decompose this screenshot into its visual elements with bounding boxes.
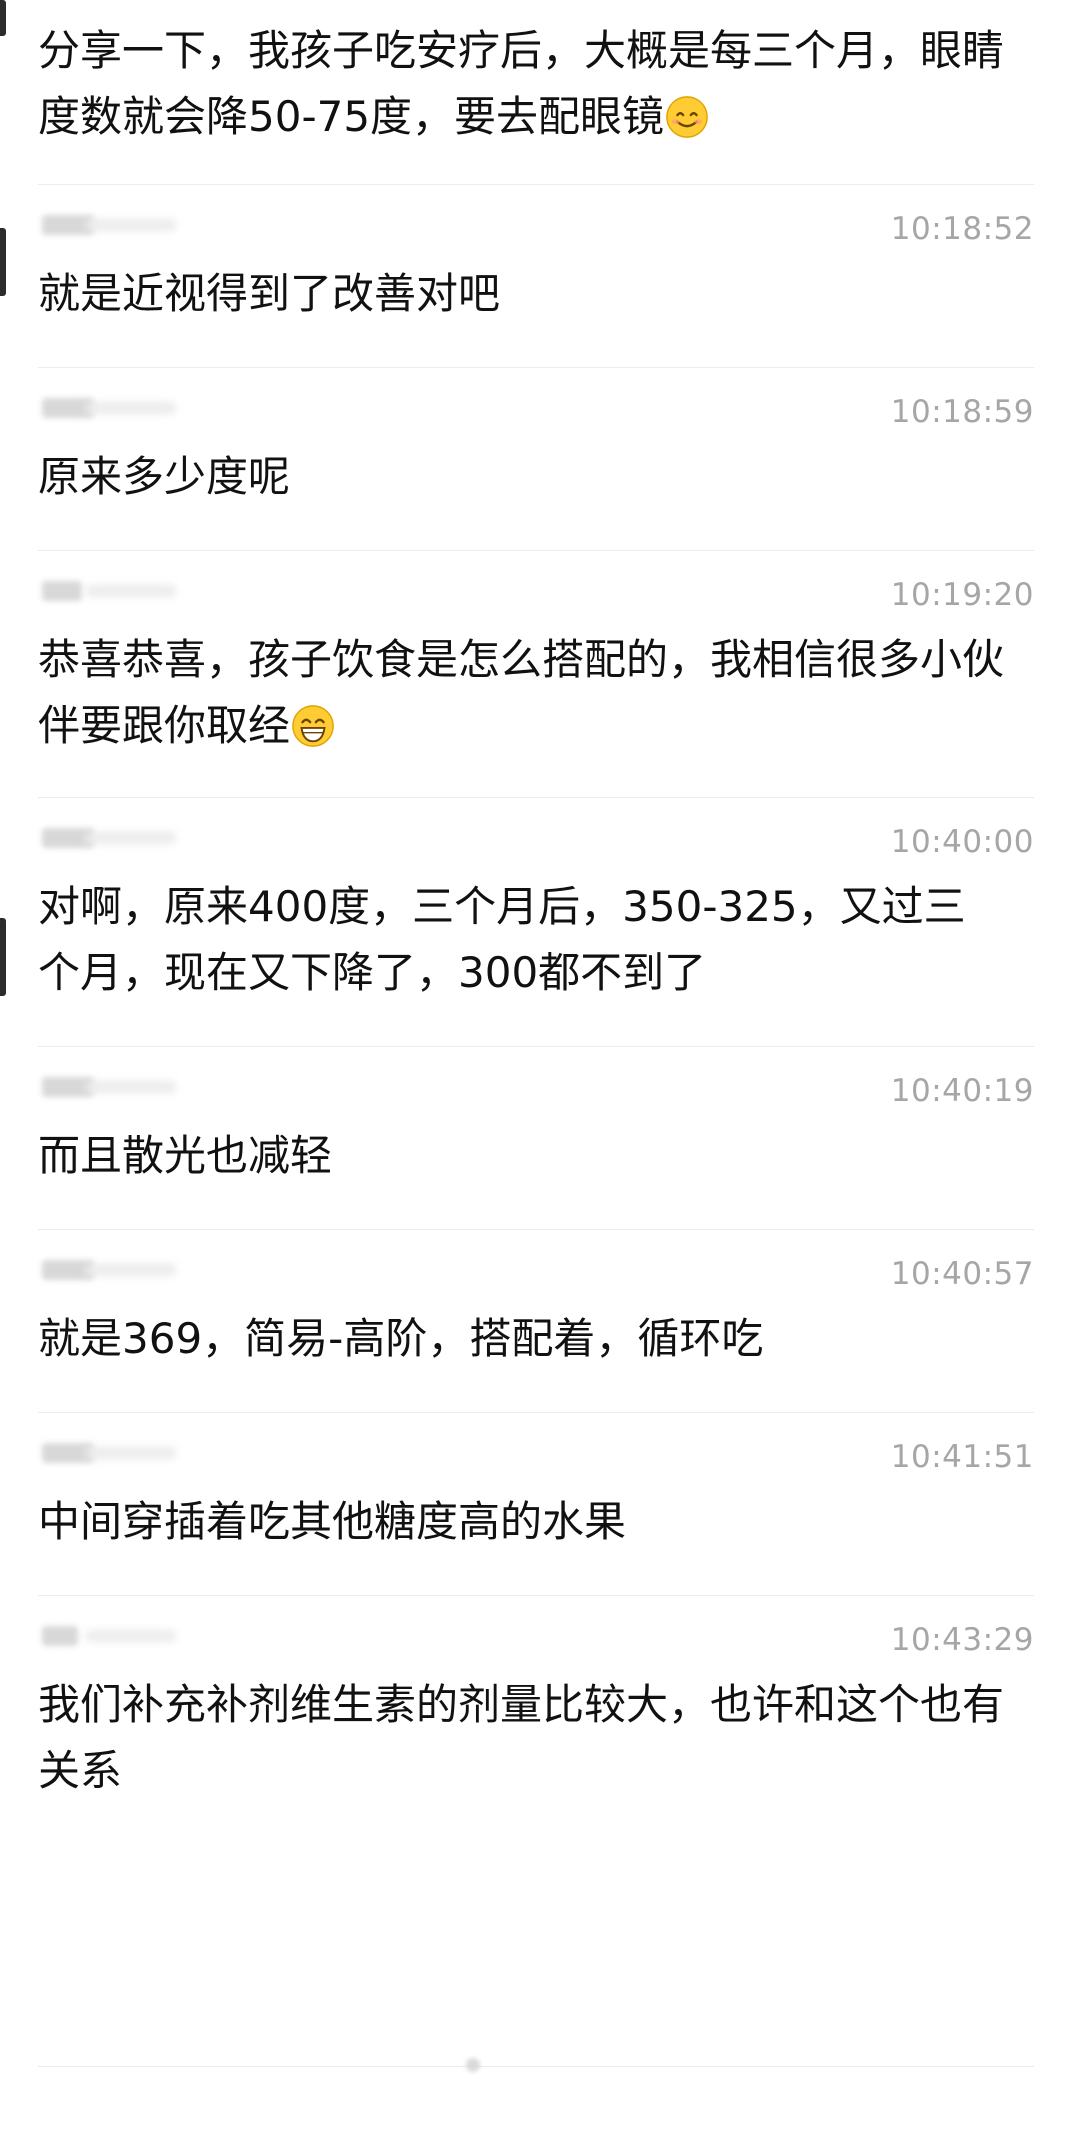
sender-name-blurred [38, 1254, 188, 1284]
sender-name-blurred [38, 822, 188, 852]
comment-timestamp: 10:41:51 [890, 1439, 1034, 1475]
comment-text: 就是近视得到了改善对吧 [38, 269, 501, 318]
comment-item[interactable]: 10:19:20 恭喜恭喜，孩子饮食是怎么搭配的，我相信很多小伙伴要跟你取经 [38, 551, 1034, 798]
comment-timestamp: 10:43:29 [890, 1622, 1034, 1658]
comment-timestamp: 10:40:00 [890, 824, 1034, 860]
comment-text: 分享一下，我孩子吃安疗后，大概是每三个月，眼睛度数就会降50-75度，要去配眼镜 [38, 18, 1034, 150]
sender-name-blurred [38, 392, 188, 422]
comment-text-content: 分享一下，我孩子吃安疗后，大概是每三个月，眼睛度数就会降50-75度，要去配眼镜 [38, 26, 1005, 141]
grinning-face-icon [292, 705, 334, 747]
comment-text: 而且散光也减轻 [38, 1131, 333, 1180]
sender-name-blurred [38, 1620, 188, 1650]
comment-timestamp: 10:40:57 [890, 1256, 1034, 1292]
comment-timestamp: 10:19:20 [890, 577, 1034, 613]
scroll-edge-marker [0, 0, 6, 36]
comment-item[interactable]: 10:40:57 就是369，简易-高阶，搭配着，循环吃 [38, 1230, 1034, 1413]
sender-name-blurred [38, 1071, 188, 1101]
comment-timestamp: 10:18:59 [890, 394, 1034, 430]
loading-indicator-dot [466, 2058, 480, 2072]
bottom-divider [38, 2066, 1034, 2067]
sender-name-blurred [38, 575, 188, 605]
comment-item[interactable]: 分享一下，我孩子吃安疗后，大概是每三个月，眼睛度数就会降50-75度，要去配眼镜 [38, 0, 1034, 185]
comment-item[interactable]: 10:43:29 我们补充补剂维生素的剂量比较大，也许和这个也有关系 [38, 1596, 1034, 1804]
comment-text: 恭喜恭喜，孩子饮食是怎么搭配的，我相信很多小伙伴要跟你取经 [38, 627, 1034, 759]
comment-item[interactable]: 10:40:00 对啊，原来400度，三个月后，350-325，又过三个月，现在… [38, 798, 1034, 1047]
scroll-edge-marker [0, 228, 6, 296]
smiling-face-icon [666, 96, 708, 138]
comment-thread: 分享一下，我孩子吃安疗后，大概是每三个月，眼睛度数就会降50-75度，要去配眼镜… [0, 0, 1080, 1804]
comment-text: 原来多少度呢 [38, 452, 291, 501]
comment-text: 对啊，原来400度，三个月后，350-325，又过三个月，现在又下降了，300都… [38, 882, 966, 997]
sender-name-blurred [38, 1437, 188, 1467]
comment-item[interactable]: 10:41:51 中间穿插着吃其他糖度高的水果 [38, 1413, 1034, 1596]
comment-text: 中间穿插着吃其他糖度高的水果 [38, 1497, 627, 1546]
scroll-edge-marker [0, 918, 6, 996]
comment-text: 就是369，简易-高阶，搭配着，循环吃 [38, 1314, 764, 1363]
comment-item[interactable]: 10:18:59 原来多少度呢 [38, 368, 1034, 551]
comment-timestamp: 10:40:19 [890, 1073, 1034, 1109]
comment-text-content: 恭喜恭喜，孩子饮食是怎么搭配的，我相信很多小伙伴要跟你取经 [38, 635, 1005, 750]
comment-item[interactable]: 10:18:52 就是近视得到了改善对吧 [38, 185, 1034, 368]
comment-text: 我们补充补剂维生素的剂量比较大，也许和这个也有关系 [38, 1680, 1005, 1795]
comment-timestamp: 10:18:52 [890, 211, 1034, 247]
sender-name-blurred [38, 209, 188, 239]
comment-item[interactable]: 10:40:19 而且散光也减轻 [38, 1047, 1034, 1230]
